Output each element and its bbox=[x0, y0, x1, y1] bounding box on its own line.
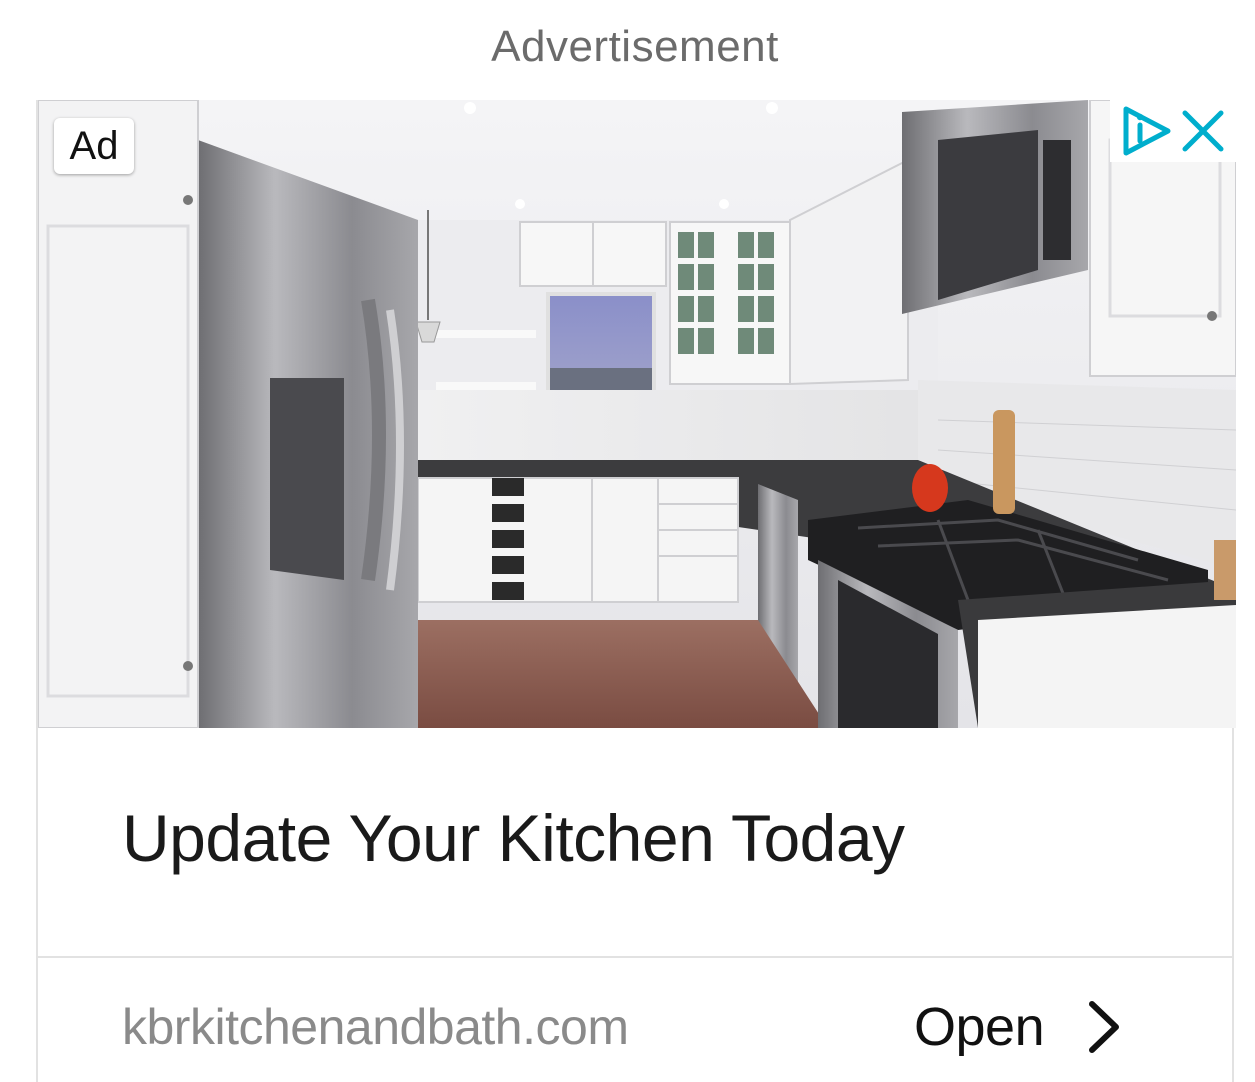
headline-area[interactable]: Update Your Kitchen Today bbox=[38, 728, 1232, 958]
open-button-label[interactable]: Open bbox=[914, 996, 1045, 1058]
ad-image[interactable]: Ad bbox=[38, 100, 1236, 728]
open-button[interactable]: Open bbox=[914, 992, 1122, 1062]
close-icon[interactable] bbox=[1180, 108, 1226, 154]
ad-domain[interactable]: kbrkitchenandbath.com bbox=[122, 998, 629, 1056]
chevron-right-icon[interactable] bbox=[1086, 998, 1122, 1056]
ad-badge: Ad bbox=[54, 118, 134, 174]
ad-card[interactable]: Ad Update Your Kitchen Today kbrkitchena… bbox=[36, 100, 1236, 1082]
adchoices-icon[interactable] bbox=[1120, 105, 1172, 157]
ad-footer[interactable]: kbrkitchenandbath.com Open bbox=[38, 958, 1232, 1082]
adchoices-bar[interactable] bbox=[1110, 100, 1236, 162]
ad-headline[interactable]: Update Your Kitchen Today bbox=[122, 800, 905, 876]
advertisement-label: Advertisement bbox=[491, 22, 779, 71]
